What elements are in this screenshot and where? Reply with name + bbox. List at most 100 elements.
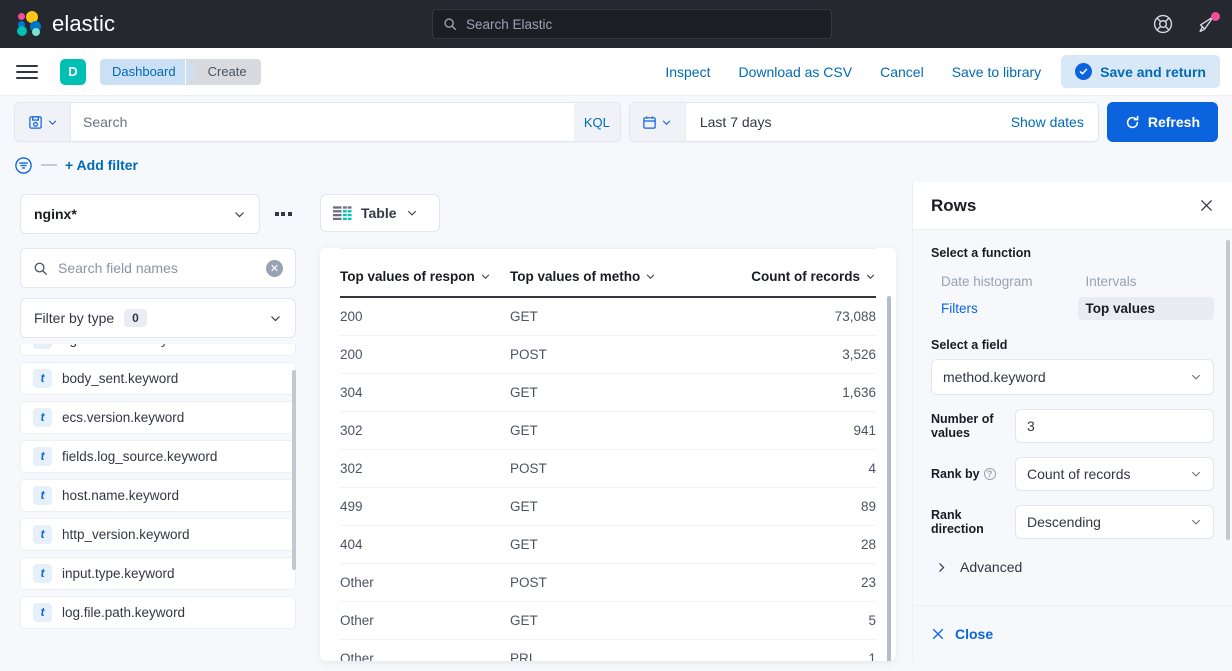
clear-icon[interactable]: ✕	[266, 259, 283, 277]
table-body: 200 GET 73,088 200 POST 3,526 304 GET 1,…	[340, 297, 876, 661]
column-header-label: Count of records	[751, 269, 860, 284]
data-panel: nginx* Search field names ✕ Filter by ty…	[0, 182, 308, 661]
list-item[interactable]: t body_sent.keyword	[20, 362, 296, 395]
list-item[interactable]: t http_version.keyword	[20, 518, 296, 551]
elastic-logo-icon	[16, 11, 42, 37]
refresh-button[interactable]: Refresh	[1106, 102, 1218, 142]
table-scrollbar[interactable]	[887, 296, 891, 661]
download-csv-button[interactable]: Download as CSV	[724, 64, 866, 80]
cell-response: 499	[340, 487, 510, 526]
field-type-icon: t	[33, 564, 52, 583]
menu-toggle-button[interactable]	[16, 64, 38, 79]
deployment-avatar[interactable]: D	[60, 58, 86, 85]
table-row[interactable]: 304 GET 1,636	[340, 373, 876, 412]
table-row[interactable]: Other GET 5	[340, 601, 876, 640]
date-range-value[interactable]: Last 7 days	[686, 103, 997, 141]
global-search-placeholder: Search Elastic	[466, 16, 553, 32]
advanced-accordion[interactable]: Advanced	[931, 559, 1214, 575]
date-quick-select-button[interactable]	[629, 103, 686, 141]
column-header-method[interactable]: Top values of metho	[510, 248, 710, 298]
rank-direction-select[interactable]: Descending	[1015, 505, 1214, 539]
vis-type-switcher[interactable]: Table	[320, 194, 440, 232]
rank-by-select[interactable]: Count of records	[1015, 457, 1214, 491]
field-search-input[interactable]: Search field names ✕	[20, 248, 296, 288]
cancel-button[interactable]: Cancel	[866, 64, 938, 80]
cell-response: 200	[340, 335, 510, 374]
list-item[interactable]: t host.name.keyword	[20, 479, 296, 512]
cell-count: 28	[710, 525, 876, 564]
chevron-down-icon	[1190, 371, 1202, 383]
list-item[interactable]: t log.file.path.keyword	[20, 596, 296, 629]
data-source-select[interactable]: nginx*	[20, 194, 260, 234]
column-header-count[interactable]: Count of records	[710, 248, 876, 298]
cell-count: 89	[710, 487, 876, 526]
list-item[interactable]: t agent.version.keyword	[20, 344, 296, 356]
cell-count: 3,526	[710, 335, 876, 374]
query-language-button[interactable]: KQL	[573, 103, 620, 141]
number-of-values-input[interactable]: 3	[1015, 409, 1214, 443]
table-row[interactable]: Other PRI 1	[340, 639, 876, 661]
table-icon	[333, 205, 352, 221]
field-select[interactable]: method.keyword	[931, 359, 1214, 395]
column-header-response[interactable]: Top values of respon	[340, 248, 510, 298]
show-dates-button[interactable]: Show dates	[997, 103, 1098, 141]
megaphone-icon[interactable]	[1196, 12, 1220, 35]
table-row[interactable]: Other POST 23	[340, 563, 876, 602]
close-button[interactable]: Close	[955, 626, 993, 642]
table-row[interactable]: 499 GET 89	[340, 487, 876, 526]
cell-response: 302	[340, 449, 510, 488]
function-filters[interactable]: Filters	[933, 297, 1070, 320]
saved-query-button[interactable]	[15, 103, 71, 141]
help-question-icon[interactable]: ?	[983, 468, 996, 480]
dimension-editor-panel: Rows Select a function Date histogram In…	[912, 182, 1232, 661]
field-name: ecs.version.keyword	[62, 410, 185, 425]
select-function-label: Select a function	[931, 246, 1032, 260]
breadcrumb-item-create[interactable]: Create	[184, 58, 261, 85]
close-icon[interactable]	[931, 627, 945, 641]
filter-options-icon[interactable]	[14, 156, 33, 175]
rank-direction-label: Rank direction	[931, 508, 984, 536]
field-type-icon: t	[33, 525, 52, 544]
data-panel-options-button[interactable]	[270, 212, 296, 216]
function-intervals: Intervals	[1085, 274, 1137, 289]
table-row[interactable]: 200 POST 3,526	[340, 335, 876, 374]
close-icon[interactable]	[1199, 198, 1214, 213]
save-to-library-button[interactable]: Save to library	[938, 64, 1055, 80]
rank-direction-row: Rank direction Descending	[931, 505, 1214, 539]
table-row[interactable]: 200 GET 73,088	[340, 297, 876, 336]
table-row[interactable]: 302 GET 941	[340, 411, 876, 450]
panel-scrollbar[interactable]	[1226, 240, 1230, 540]
table-row[interactable]: 302 POST 4	[340, 449, 876, 488]
add-filter-button[interactable]: + Add filter	[65, 157, 138, 173]
data-table-card: Top values of respon Top values of metho	[320, 248, 896, 661]
filter-by-type-label: Filter by type	[34, 310, 115, 326]
function-grid: Date histogram Intervals Filters Top val…	[931, 270, 1214, 320]
query-bar: Search KQL Last 7 days Show dates Refres…	[0, 96, 1232, 148]
field-name: log.file.path.keyword	[62, 605, 186, 620]
breadcrumb-item-dashboard[interactable]: Dashboard	[100, 58, 196, 85]
list-item[interactable]: t fields.log_source.keyword	[20, 440, 296, 473]
global-search-input[interactable]: Search Elastic	[432, 9, 832, 39]
field-type-icon: t	[33, 369, 52, 388]
help-lifebuoy-icon[interactable]	[1152, 13, 1174, 35]
table-row[interactable]: 404 GET 28	[340, 525, 876, 564]
cell-method: GET	[510, 525, 710, 564]
elastic-logo[interactable]: elastic	[16, 11, 115, 37]
cell-method: GET	[510, 297, 710, 336]
inspect-button[interactable]: Inspect	[651, 64, 724, 80]
date-picker-group: Last 7 days Show dates	[628, 102, 1099, 142]
function-top-values[interactable]: Top values	[1077, 297, 1214, 320]
list-item[interactable]: t ecs.version.keyword	[20, 401, 296, 434]
list-item[interactable]: t input.type.keyword	[20, 557, 296, 590]
field-list-scrollbar[interactable]	[292, 370, 296, 570]
chevron-down-icon	[1190, 516, 1202, 528]
function-date-histogram: Date histogram	[941, 274, 1033, 289]
search-input[interactable]: Search	[71, 103, 574, 141]
workspace: nginx* Search field names ✕ Filter by ty…	[0, 182, 1232, 661]
cell-count: 1,636	[710, 373, 876, 412]
field-list[interactable]: t agent.version.keyword t body_sent.keyw…	[20, 344, 296, 671]
header-icon-group	[1152, 0, 1220, 48]
field-name: input.type.keyword	[62, 566, 175, 581]
filter-by-type-button[interactable]: Filter by type 0	[20, 298, 296, 338]
save-and-return-button[interactable]: Save and return	[1061, 55, 1220, 88]
